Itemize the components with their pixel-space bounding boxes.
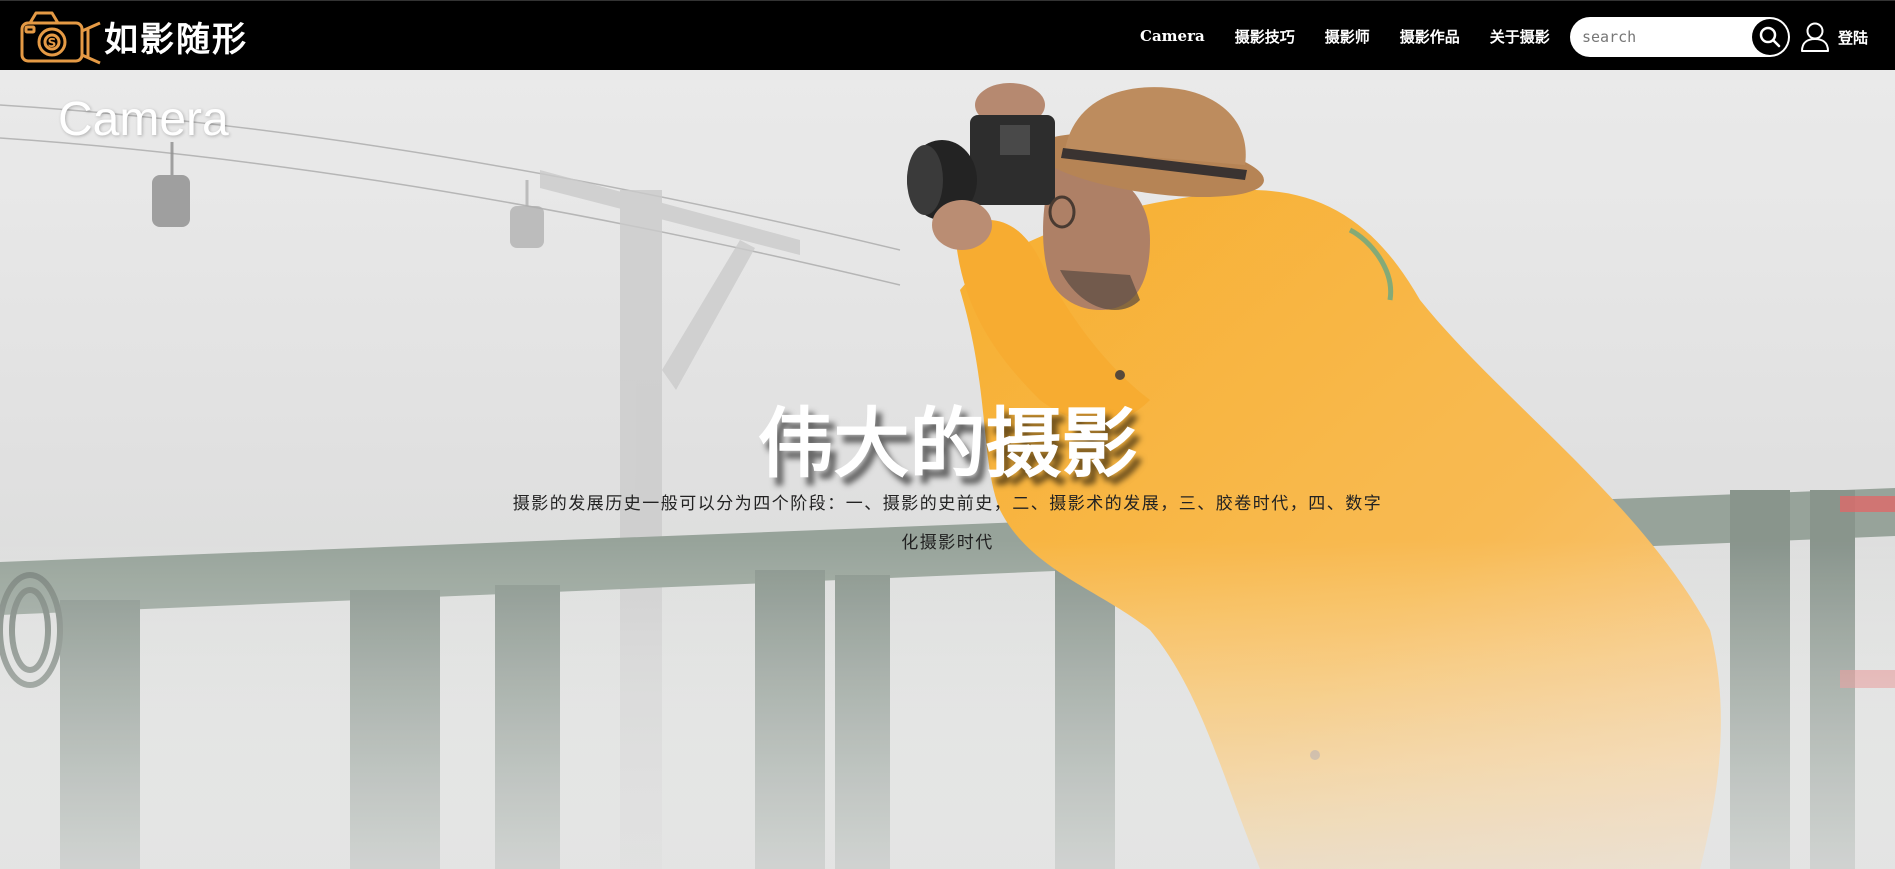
nav-item-photo-works[interactable]: 摄影作品: [1400, 26, 1460, 47]
main-nav: Camera 摄影技巧 摄影师 摄影作品 关于摄影: [1140, 1, 1580, 71]
brand-logo[interactable]: S 如影随形: [18, 10, 248, 66]
svg-text:S: S: [48, 36, 57, 50]
hero-corner-title: Camera: [58, 93, 229, 146]
top-navbar: S 如影随形 Camera 摄影技巧 摄影师 摄影作品 关于摄影 search …: [0, 0, 1895, 70]
camera-logo-icon: S: [20, 11, 101, 65]
search-input[interactable]: [1582, 17, 1732, 57]
hero-banner: Camera 伟大的摄影 摄影的发展历史一般可以分为四个阶段：一、摄影的史前史，…: [0, 70, 1895, 869]
login-label: 登陆: [1838, 28, 1869, 47]
nav-item-about-photography[interactable]: 关于摄影: [1490, 26, 1550, 47]
hero-description: 摄影的发展历史一般可以分为四个阶段：一、摄影的史前史，二、摄影术的发展，三、胶卷…: [512, 494, 1383, 553]
search-box: [1570, 17, 1790, 57]
hero-heading: 伟大的摄影: [757, 399, 1138, 488]
search-icon: [1759, 26, 1781, 48]
search-button[interactable]: [1752, 19, 1788, 55]
user-icon: [1801, 22, 1829, 52]
nav-item-photographers[interactable]: 摄影师: [1325, 26, 1370, 47]
brand-name: 如影随形: [104, 19, 248, 60]
nav-item-photo-tips[interactable]: 摄影技巧: [1235, 26, 1295, 47]
nav-item-camera[interactable]: Camera: [1140, 27, 1205, 45]
login-link[interactable]: 登陆: [1800, 19, 1868, 55]
page: S 如影随形 Camera 摄影技巧 摄影师 摄影作品 关于摄影 search …: [0, 0, 1895, 869]
